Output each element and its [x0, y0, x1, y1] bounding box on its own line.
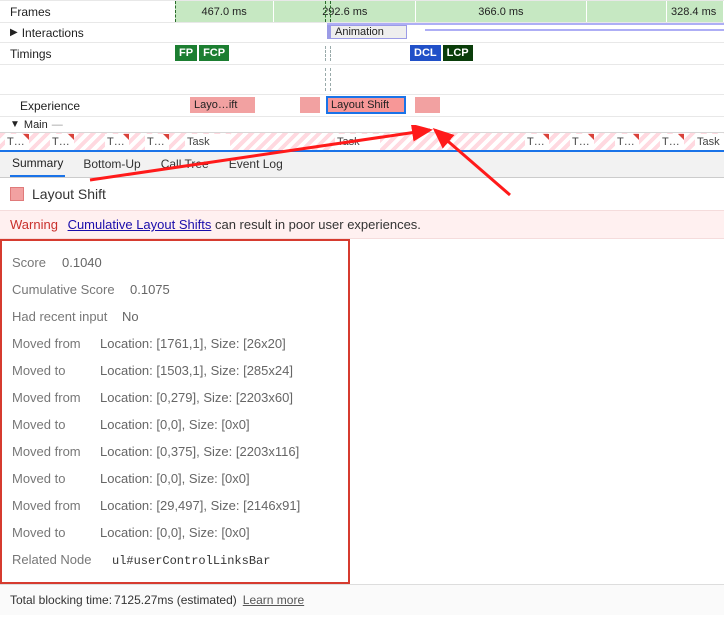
detail-row: Moved toLocation: [0,0], Size: [0x0] [12, 411, 348, 438]
tbt-value: 7125.27ms (estimated) [114, 593, 237, 607]
timings-label: Timings [0, 47, 175, 61]
event-color-swatch [10, 187, 24, 201]
task-chip[interactable]: T… [525, 134, 549, 150]
spacer-track [0, 64, 724, 94]
layout-shift-block[interactable]: Layo…ift [190, 97, 255, 113]
frame-boundary-tick [330, 46, 331, 61]
detail-row: Related Node ul#userControlLinksBar [12, 546, 348, 574]
footer-bar: Total blocking time: 7125.27ms (estimate… [0, 584, 724, 615]
animation-marker[interactable]: Animation [327, 25, 407, 39]
detail-row: Moved fromLocation: [0,279], Size: [2203… [12, 384, 348, 411]
fp-badge[interactable]: FP [175, 45, 197, 61]
detail-row: Moved fromLocation: [0,375], Size: [2203… [12, 438, 348, 465]
detail-row: Moved fromLocation: [1761,1], Size: [26x… [12, 330, 348, 357]
detail-row: Moved toLocation: [0,0], Size: [0x0] [12, 519, 348, 546]
detail-row: Moved toLocation: [1503,1], Size: [285x2… [12, 357, 348, 384]
task-chip[interactable]: T… [570, 134, 594, 150]
animation-trail [425, 29, 724, 31]
detail-row: Moved toLocation: [0,0], Size: [0x0] [12, 465, 348, 492]
collapse-icon[interactable]: ▼ [10, 119, 20, 130]
interactions-track[interactable]: ▶ Interactions Animation [0, 22, 724, 42]
timings-badges-right: DCLLCP [410, 45, 475, 61]
frame-boundary-tick [325, 46, 326, 61]
frame-block[interactable]: 292.6 ms [274, 1, 416, 22]
layout-shift-block-selected[interactable]: Layout Shift [327, 97, 405, 113]
interactions-label: ▶ Interactions [0, 26, 175, 40]
frame-boundary-tick [325, 1, 326, 22]
task-chip[interactable]: T… [615, 134, 639, 150]
annotation-arrow [70, 125, 520, 205]
tbt-prefix: Total blocking time: [10, 593, 112, 607]
task-chip[interactable]: T… [5, 134, 29, 150]
frame-boundary-tick [325, 68, 326, 91]
main-label-text: Main [24, 119, 48, 131]
experience-track[interactable]: Experience Layo…ift Layout Shift [0, 94, 724, 116]
detail-row: Cumulative Score0.1075 [12, 276, 348, 303]
learn-more-link[interactable]: Learn more [243, 593, 304, 607]
tab-summary[interactable]: Summary [10, 151, 65, 177]
detail-row: Had recent inputNo [12, 303, 348, 330]
warning-text: can result in poor user experiences. [211, 217, 421, 232]
frames-track[interactable]: Frames 467.0 ms 292.6 ms 366.0 ms 328.4 … [0, 0, 724, 22]
timeline-panel[interactable]: Frames 467.0 ms 292.6 ms 366.0 ms 328.4 … [0, 0, 724, 150]
detail-row: Score0.1040 [12, 249, 348, 276]
fcp-badge[interactable]: FCP [199, 45, 229, 61]
summary-details-highlight: Score0.1040 Cumulative Score0.1075 Had r… [0, 239, 350, 584]
frame-block[interactable]: 328.4 ms [667, 1, 724, 22]
frame-block[interactable]: 366.0 ms [416, 1, 586, 22]
frame-block[interactable] [587, 1, 667, 22]
warning-link[interactable]: Cumulative Layout Shifts [68, 217, 212, 232]
experience-label: Experience [0, 99, 175, 113]
animation-label: Animation [335, 26, 384, 38]
interactions-label-text: Interactions [22, 26, 84, 40]
task-chip[interactable]: Task [695, 134, 724, 150]
lcp-badge[interactable]: LCP [443, 45, 473, 61]
frame-boundary-tick [175, 1, 176, 22]
warning-label: Warning [10, 217, 58, 232]
layout-shift-block[interactable] [300, 97, 320, 113]
warning-row: Warning Cumulative Layout Shifts can res… [0, 210, 724, 239]
frames-label: Frames [0, 5, 175, 19]
dcl-badge[interactable]: DCL [410, 45, 441, 61]
frame-boundary-tick [330, 1, 331, 22]
related-node-link[interactable]: ul#userControlLinksBar [112, 552, 270, 568]
frame-block[interactable]: 467.0 ms [175, 1, 274, 22]
timings-badges-left: FPFCP [175, 45, 231, 61]
frame-boundary-tick [330, 68, 331, 91]
expand-icon[interactable]: ▶ [10, 27, 18, 38]
layout-shift-block[interactable] [415, 97, 440, 113]
timings-track[interactable]: Timings FPFCP DCLLCP [0, 42, 724, 64]
detail-row: Moved fromLocation: [29,497], Size: [214… [12, 492, 348, 519]
task-chip[interactable]: T… [660, 134, 684, 150]
